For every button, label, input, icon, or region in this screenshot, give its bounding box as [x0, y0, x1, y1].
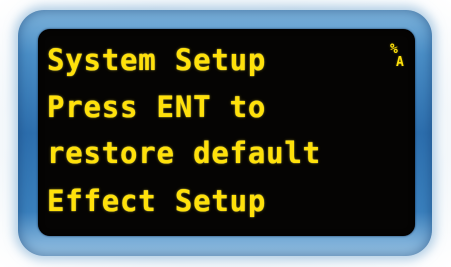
instruction-line-1: Press ENT to: [47, 90, 267, 124]
instruction-line-2: restore default: [47, 136, 321, 170]
device-frame: System Setup % A Press ENT to restore de…: [0, 0, 451, 267]
menu-item-effect-setup: Effect Setup: [47, 184, 267, 218]
menu-title: System Setup: [47, 43, 267, 77]
mode-indicator-icon: % A: [390, 43, 408, 73]
mode-indicator-bottom: A: [396, 55, 404, 70]
lcd-screen: System Setup % A Press ENT to restore de…: [38, 29, 415, 236]
